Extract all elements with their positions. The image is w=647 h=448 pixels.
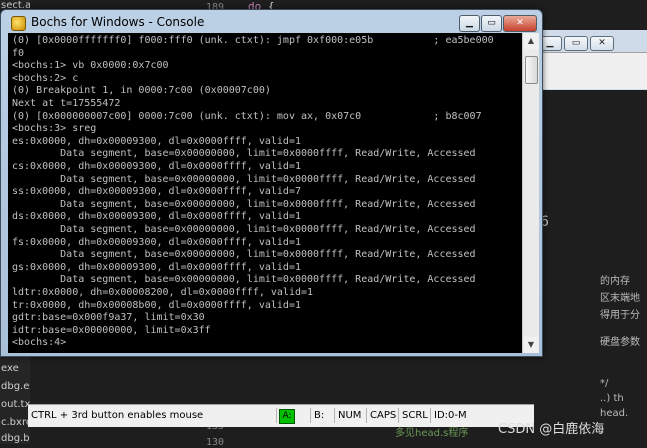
vertical-scrollbar[interactable]: ▲ ▼ [522, 33, 539, 353]
code-snippet: head. [600, 408, 629, 419]
code-snippet: ..) th [600, 393, 624, 404]
num-lock-indicator: NUM [334, 408, 368, 423]
file-item[interactable]: dbg.bxrc [1, 433, 30, 444]
console-line: <bochs:1> vb 0x0000:0x7c00 [12, 60, 169, 72]
console-line: Next at t=17555472 [12, 98, 121, 109]
maximize-button[interactable]: ▭ [481, 15, 502, 32]
status-bar: CTRL + 3rd button enables mouse A: B: NU… [28, 404, 534, 427]
file-item[interactable]: c.bxrc [1, 417, 30, 428]
minimize-button[interactable]: ▁ [459, 15, 480, 32]
console-line: Data segment, base=0x00000000, limit=0x0… [12, 224, 476, 235]
window-title: Bochs for Windows - Console [31, 15, 205, 29]
console-line: <bochs:2> c [12, 72, 79, 84]
console-line: Data segment, base=0x00000000, limit=0x0… [12, 198, 476, 210]
console-line: Data segment, base=0x00000000, limit=0x0… [12, 249, 476, 261]
console-line: ldtr:0x0000, dh=0x00008200, dl=0x0000fff… [12, 287, 314, 298]
mouse-hint: CTRL + 3rd button enables mouse [31, 410, 204, 421]
console-line: <bochs:4> [12, 337, 73, 349]
back-window-toolbar [535, 52, 647, 89]
scroll-down-icon[interactable]: ▼ [523, 337, 539, 353]
scroll-lock-indicator: SCRL [398, 408, 432, 423]
code-snippet: 区末端地 [600, 293, 640, 304]
file-item[interactable]: dbg.ex [1, 381, 30, 392]
caps-lock-indicator: CAPS [366, 408, 400, 423]
scroll-up-icon[interactable]: ▲ [523, 33, 539, 49]
console-line: fs:0x0000, dh=0x00009300, dl=0x0000ffff,… [12, 236, 301, 248]
console-line: gs:0x0000, dh=0x00009300, dl=0x0000ffff,… [12, 261, 301, 273]
bochs-console-window: Bochs for Windows - Console ▁ ▭ ✕ (0) [0… [0, 9, 543, 357]
console-line: idtr:base=0x00000000, limit=0x3ff [12, 324, 211, 336]
file-item[interactable]: exe [1, 363, 30, 374]
console-line: cs:0x0000, dh=0x00009300, dl=0x0000ffff,… [12, 161, 301, 172]
console-output[interactable]: (0) [0x0000fffffff0] f000:fff0 (unk. ctx… [8, 33, 522, 353]
console-line: (0) Breakpoint 1, in 0000:7c00 (0x00007c… [12, 85, 271, 97]
console-line: f0 [12, 47, 25, 59]
code-snippet: 硬盘参数 [600, 337, 640, 348]
line-number: 130 [205, 437, 224, 448]
console-line: Data segment, base=0x00000000, limit=0x0… [12, 148, 476, 160]
id-indicator: ID:0-M [430, 408, 470, 423]
back-maximize-button[interactable]: ▭ [564, 36, 588, 51]
watermark: CSDN @白鹿依海 [498, 422, 605, 437]
console-line: tr:0x0000, dh=0x00008b00, dl=0x0000ffff,… [12, 299, 301, 311]
background-window: ▁ ▭ ✕ [534, 30, 647, 90]
console-line: (0) [0x000000007c00] 0000:7c00 (unk. ctx… [12, 110, 482, 122]
code-snippet: 得用于分 [600, 310, 640, 321]
scroll-thumb[interactable] [525, 56, 538, 84]
console-line: Data segment, base=0x00000000, limit=0x0… [12, 173, 476, 185]
console-line: ss:0x0000, dh=0x00009300, dl=0x0000ffff,… [12, 186, 301, 198]
console-line: ds:0x0000, dh=0x00009300, dl=0x0000ffff,… [12, 211, 301, 223]
console-line: gdtr:base=0x000f9a37, limit=0x30 [12, 312, 205, 324]
console-line: <bochs:3> sreg [12, 123, 97, 135]
code-snippet: 的内存 [600, 276, 630, 287]
close-button[interactable]: ✕ [503, 15, 537, 32]
drive-a-indicator: A: [279, 409, 295, 424]
console-line: es:0x0000, dh=0x00009300, dl=0x0000ffff,… [12, 135, 301, 147]
console-line: Data segment, base=0x00000000, limit=0x0… [12, 274, 476, 286]
bochs-app-icon [11, 16, 26, 31]
file-item[interactable]: out.txt [1, 399, 30, 410]
code-snippet: */ [600, 378, 609, 389]
back-close-button[interactable]: ✕ [590, 36, 614, 51]
console-line: (0) [0x0000fffffff0] f000:fff0 (unk. ctx… [12, 35, 494, 46]
